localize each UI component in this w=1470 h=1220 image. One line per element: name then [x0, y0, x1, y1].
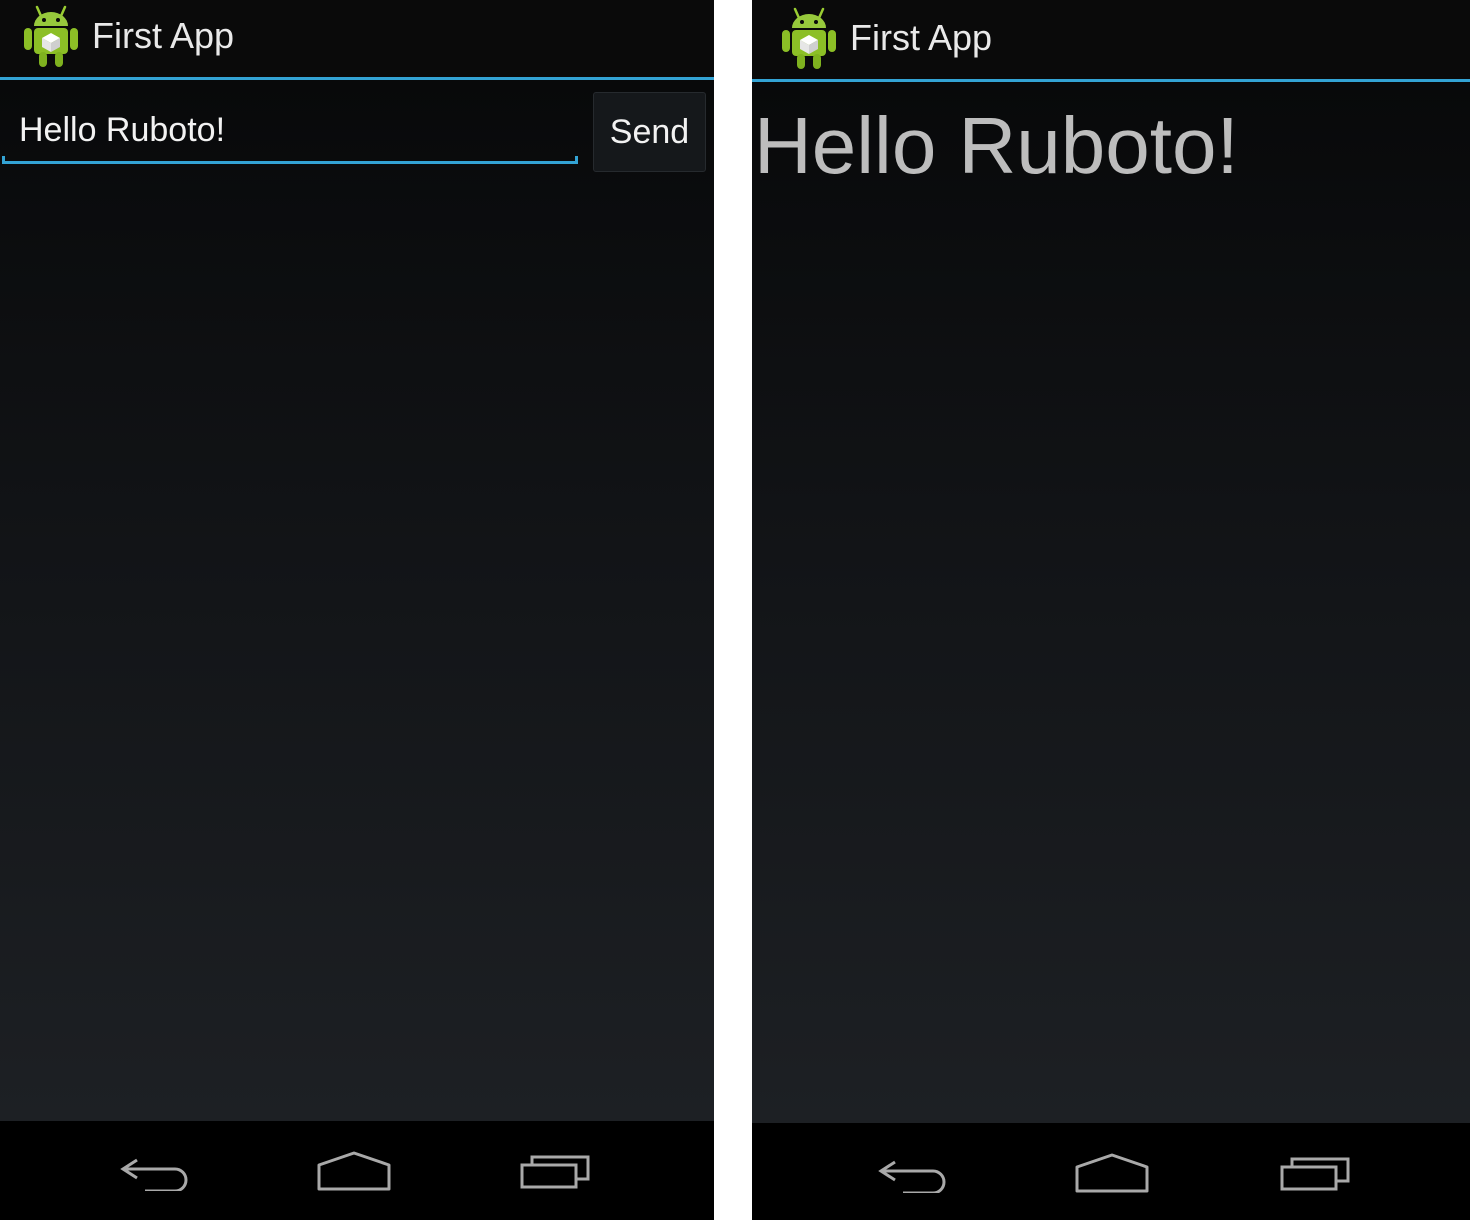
app-title: First App — [92, 15, 235, 56]
recent-apps-button[interactable] — [1276, 1153, 1356, 1193]
field-underline — [2, 156, 578, 164]
message-field[interactable] — [2, 94, 578, 164]
back-icon — [878, 1160, 946, 1193]
message-input[interactable] — [2, 94, 578, 158]
message-display: Hello Ruboto! — [754, 101, 1239, 190]
action-bar: First App — [752, 0, 1470, 82]
home-button[interactable] — [1072, 1153, 1152, 1193]
recent-apps-icon — [1280, 1157, 1350, 1191]
back-button[interactable] — [875, 1153, 955, 1193]
home-icon — [317, 1151, 391, 1191]
home-icon — [1075, 1153, 1149, 1193]
back-button[interactable] — [117, 1151, 197, 1191]
main-content: Send — [0, 80, 714, 1121]
back-icon — [120, 1158, 188, 1191]
navigation-bar — [0, 1121, 714, 1220]
action-bar: First App — [0, 0, 714, 80]
android-app-icon — [24, 5, 78, 67]
recent-apps-button[interactable] — [516, 1151, 596, 1191]
android-app-icon — [782, 7, 836, 69]
left-screen: First App Send — [0, 0, 714, 1220]
recent-apps-icon — [520, 1155, 590, 1189]
home-button[interactable] — [314, 1151, 394, 1191]
navigation-bar — [752, 1123, 1470, 1220]
app-title: First App — [850, 17, 993, 58]
main-content: Hello Ruboto! — [752, 82, 1470, 1123]
right-screen: First App Hello Ruboto! — [752, 0, 1470, 1220]
send-button[interactable]: Send — [593, 92, 706, 172]
